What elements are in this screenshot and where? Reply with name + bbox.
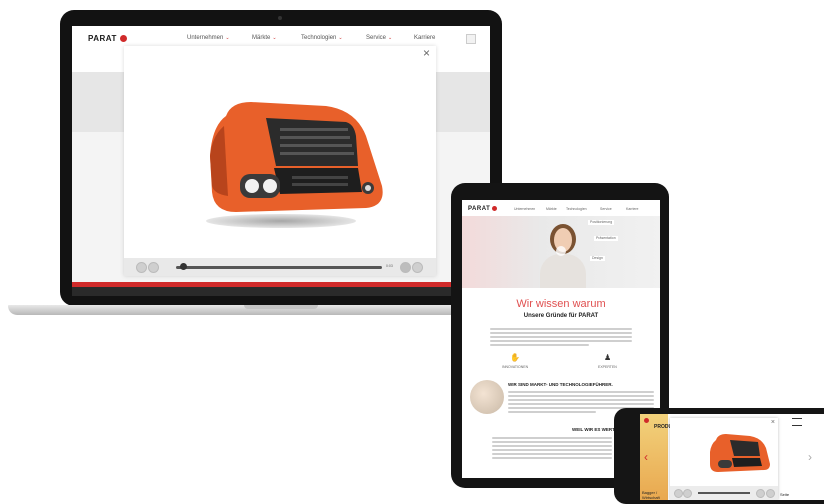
play-button[interactable] xyxy=(756,489,765,498)
laptop-notch xyxy=(244,305,318,309)
icon-label: EXPERTEN xyxy=(598,365,617,369)
nav-item-karriere[interactable]: Karriere xyxy=(414,35,435,41)
hamburger-icon[interactable] xyxy=(792,418,802,426)
site-logo[interactable]: PARAT xyxy=(88,34,128,43)
phone-next-icon[interactable]: › xyxy=(808,450,812,464)
fullscreen-button[interactable] xyxy=(412,262,423,273)
hero-play-icon[interactable] xyxy=(556,246,566,256)
tablet-nav-maerkte[interactable]: Märkte xyxy=(546,207,557,212)
tablet-headline: Wir wissen warum xyxy=(516,298,606,310)
chevron-down-icon: ⌄ xyxy=(338,35,343,41)
icon-label: INNOVATIONEN xyxy=(502,365,529,369)
progress-track[interactable] xyxy=(176,266,382,269)
laptop-camera xyxy=(278,16,282,20)
tablet-nav-karriere[interactable]: Karriere xyxy=(626,207,638,212)
search-icon[interactable] xyxy=(466,34,476,44)
person-icon: ♟ xyxy=(604,353,612,362)
product-image xyxy=(210,102,383,212)
time-label: 0:03 xyxy=(386,264,393,268)
tablet-logo[interactable]: PARAT xyxy=(468,206,497,212)
fullscreen-button[interactable] xyxy=(766,489,775,498)
chevron-down-icon: ⌄ xyxy=(272,35,277,41)
close-icon[interactable]: × xyxy=(771,419,775,426)
tablet-nav-technologien[interactable]: Technologien xyxy=(566,207,587,212)
product-image xyxy=(710,434,770,472)
section2-text xyxy=(492,435,612,461)
tablet-nav-service[interactable]: Service xyxy=(600,207,612,212)
tablet-subheadline: Unsere Gründe für PARAT xyxy=(523,313,599,319)
progress-thumb[interactable] xyxy=(180,263,187,270)
brand-logo-icon xyxy=(491,206,497,211)
next-button[interactable] xyxy=(683,489,692,498)
footer-bar xyxy=(72,287,490,296)
phone-screen: PRODUKTE ‹ › × Bagger / Wirtschaft Seite xyxy=(640,414,824,500)
phone-bottom-left-label: Bagger / Wirtschaft xyxy=(642,490,660,500)
phone-video-modal: × xyxy=(670,418,778,500)
prev-button[interactable] xyxy=(136,262,147,273)
video-modal: × xyxy=(124,46,436,276)
hero-tag: Positionierung xyxy=(588,220,615,225)
tablet-nav-unternehmen[interactable]: Unternehmen xyxy=(514,207,535,212)
nav-item-service[interactable]: Service ⌄ xyxy=(366,35,392,41)
brand-logo-icon xyxy=(120,35,128,43)
hero-tag: Design xyxy=(590,256,605,261)
prev-button[interactable] xyxy=(674,489,683,498)
chevron-down-icon: ⌄ xyxy=(388,35,393,41)
laptop-screen: PARAT Unternehmen ⌄ Märkte ⌄ Technologien ⌄… xyxy=(72,26,490,296)
phone-bottom-right-label: Seite xyxy=(780,492,790,497)
chevron-down-icon: ⌄ xyxy=(225,35,230,41)
section1-title: WIR SIND MARKT- UND TECHNOLOGIEFÜHRER. xyxy=(508,382,613,387)
progress-track[interactable] xyxy=(698,492,750,494)
section-image xyxy=(470,380,504,414)
nav-item-unternehmen[interactable]: Unternehmen ⌄ xyxy=(187,35,230,41)
close-icon[interactable]: × xyxy=(423,46,430,60)
phone-prev-icon[interactable]: ‹ xyxy=(644,450,648,464)
hero-tag: Präsentation xyxy=(594,236,618,241)
next-button[interactable] xyxy=(148,262,159,273)
nav-item-technologien[interactable]: Technologien ⌄ xyxy=(301,35,343,41)
tablet-hero: Positionierung Präsentation Design xyxy=(462,216,660,288)
brand-name: PARAT xyxy=(468,206,491,213)
intro-text xyxy=(490,326,632,348)
brand-name: PARAT xyxy=(88,34,117,43)
phone-brand-dot xyxy=(644,418,649,423)
nav-item-maerkte[interactable]: Märkte ⌄ xyxy=(252,35,277,41)
hand-icon: ✋ xyxy=(510,353,520,362)
play-button[interactable] xyxy=(400,262,411,273)
